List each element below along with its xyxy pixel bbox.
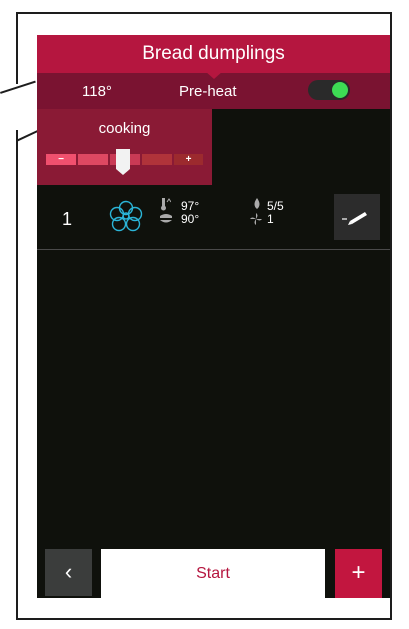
frame-line [390,12,392,620]
core-temperature: 97° [181,199,200,213]
back-button[interactable]: ‹ [45,549,92,596]
title-notch [205,71,223,79]
cooking-panel: cooking − + [37,109,212,185]
fan-speed-icon [250,213,262,225]
frame-line [16,130,18,620]
recipe-title-bar[interactable]: Bread dumplings [37,35,390,73]
fan-steam-icon [109,200,143,232]
frame-line [16,618,392,620]
cabinet-temperature-icon [160,214,172,223]
frame-line [16,129,39,142]
cooking-label: cooking [98,120,151,137]
cabinet-temperature: 90° [181,212,200,226]
start-button[interactable]: Start [101,549,325,598]
humidity-level: 5/5 [267,199,284,213]
frame-line [16,12,392,14]
step-row[interactable]: 1 97° 90° 5/5 1 [37,185,390,249]
edit-step-button[interactable] [334,194,380,240]
humidity-icon [254,198,260,209]
preheat-toggle[interactable] [308,80,350,100]
slider-segment [142,154,172,165]
oven-screen: Bread dumplings 118° Pre-heat cooking − … [37,35,390,598]
toggle-knob [332,82,348,98]
pencil-icon [342,212,367,225]
core-temperature-icon [161,198,171,211]
step-divider [37,249,390,250]
add-step-button[interactable]: + [335,549,382,598]
fan-speed: 1 [267,212,274,226]
preheat-temperature[interactable]: 118° [82,83,112,100]
slider-segment [78,154,108,165]
slider-minus-button[interactable]: − [46,154,76,165]
recipe-title: Bread dumplings [142,43,285,64]
step-number: 1 [62,209,73,229]
slider-thumb[interactable] [116,149,130,175]
slider-plus-button[interactable]: + [174,154,203,165]
preheat-label: Pre-heat [179,83,237,100]
frame-line [16,12,18,84]
